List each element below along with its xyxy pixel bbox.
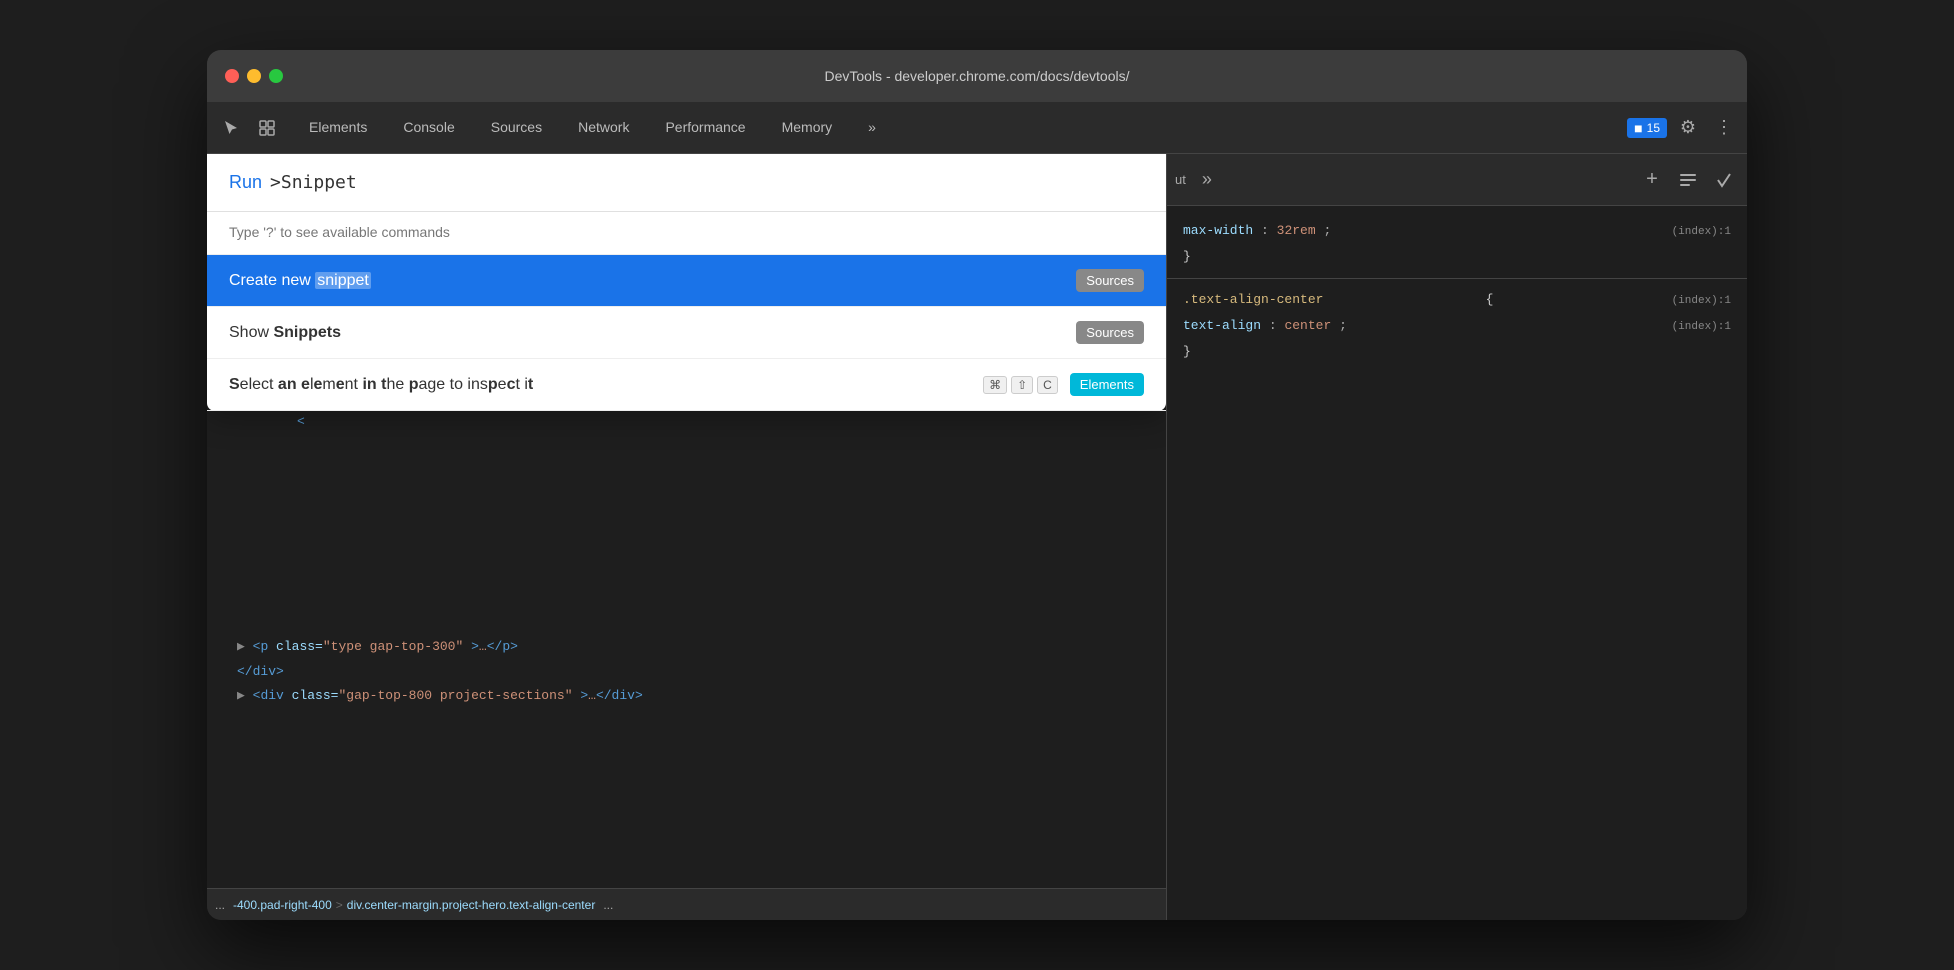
- new-style-rule-icon[interactable]: [1673, 165, 1703, 195]
- tab-sources[interactable]: Sources: [473, 102, 560, 153]
- command-item-show-snippets-text: Show Snippets: [229, 324, 1076, 342]
- main-content: Run >Snippet Type '?' to see available c…: [207, 154, 1747, 920]
- create-snippet-badge: Sources: [1076, 269, 1144, 292]
- right-more-icon[interactable]: »: [1192, 165, 1222, 195]
- devtools-window: DevTools - developer.chrome.com/docs/dev…: [207, 50, 1747, 920]
- right-panel: ut » +: [1167, 154, 1747, 920]
- tabs: Elements Console Sources Network Perform…: [291, 102, 894, 153]
- command-item-select-element-text: Select an element in the page to inspect…: [229, 376, 983, 394]
- select-element-badge: Elements: [1070, 373, 1144, 396]
- css-source-2[interactable]: (index):1: [1672, 318, 1731, 337]
- css-source-1[interactable]: (index):1: [1672, 223, 1731, 242]
- more-options-button[interactable]: ⋮: [1709, 113, 1739, 143]
- inspect-icon[interactable]: [251, 112, 283, 144]
- toolbar-right: ■ 15 ⚙ ⋮: [1627, 113, 1739, 143]
- element-state-icon[interactable]: [1709, 165, 1739, 195]
- issues-count: 15: [1647, 121, 1660, 135]
- css-brace-close-2: }: [1167, 339, 1747, 365]
- command-item-select-element[interactable]: Select an element in the page to inspect…: [207, 359, 1166, 411]
- css-brace-close-1: }: [1167, 244, 1747, 270]
- title-bar: DevTools - developer.chrome.com/docs/dev…: [207, 50, 1747, 102]
- breadcrumb-item-2[interactable]: div.center-margin.project-hero.text-alig…: [347, 898, 596, 912]
- right-css-content: max-width : 32rem ; (index):1 }: [1167, 206, 1747, 920]
- css-block-2: .text-align-center { (index):1 text-alig…: [1167, 283, 1747, 369]
- right-toolbar-out: ut: [1175, 172, 1186, 187]
- elements-panel: Run >Snippet Type '?' to see available c…: [207, 154, 1167, 920]
- toolbar-left-icons: [215, 112, 283, 144]
- css-block-1: max-width : 32rem ; (index):1 }: [1167, 214, 1747, 274]
- cursor-icon[interactable]: [215, 112, 247, 144]
- css-line-max-width: max-width : 32rem ; (index):1: [1167, 218, 1747, 244]
- command-item-create-snippet-text: Create new snippet: [229, 272, 1076, 290]
- breadcrumb-item-1[interactable]: -400.pad-right-400: [233, 898, 332, 912]
- issues-badge[interactable]: ■ 15: [1627, 118, 1667, 138]
- tab-network[interactable]: Network: [560, 102, 647, 153]
- css-divider: [1167, 278, 1747, 279]
- tab-console[interactable]: Console: [385, 102, 472, 153]
- dom-line-div-gap: ▶ <div class="gap-top-800 project-sectio…: [207, 684, 1166, 709]
- close-button[interactable]: [225, 69, 239, 83]
- settings-button[interactable]: ⚙: [1673, 113, 1703, 143]
- command-input[interactable]: >Snippet: [270, 172, 1144, 193]
- command-input-row: Run >Snippet: [207, 154, 1166, 212]
- dom-line-p-class: ▶ <p class="type gap-top-300" >…</p>: [207, 635, 1166, 660]
- add-style-rule-icon[interactable]: +: [1637, 165, 1667, 195]
- tab-performance[interactable]: Performance: [647, 102, 763, 153]
- minimize-button[interactable]: [247, 69, 261, 83]
- run-label: Run: [229, 172, 262, 193]
- traffic-lights: [225, 69, 283, 83]
- command-item-create-snippet[interactable]: Create new snippet Sources: [207, 255, 1166, 307]
- breadcrumb-dots-right[interactable]: ...: [603, 898, 613, 912]
- command-hint: Type '?' to see available commands: [207, 212, 1166, 255]
- command-palette: Run >Snippet Type '?' to see available c…: [207, 154, 1166, 411]
- right-toolbar: ut » +: [1167, 154, 1747, 206]
- breadcrumb-dots-left[interactable]: ...: [215, 898, 225, 912]
- css-line-text-align: text-align : center ; (index):1: [1167, 313, 1747, 339]
- breadcrumb-bar: ... -400.pad-right-400 > div.center-marg…: [207, 888, 1166, 920]
- tab-memory[interactable]: Memory: [764, 102, 851, 153]
- tab-more[interactable]: »: [850, 102, 894, 153]
- select-element-shortcut: ⌘ ⇧ C: [983, 376, 1058, 394]
- dom-line-tag2: <: [207, 410, 1166, 435]
- maximize-button[interactable]: [269, 69, 283, 83]
- css-source-selector[interactable]: (index):1: [1672, 292, 1731, 311]
- issues-icon: ■: [1634, 120, 1642, 136]
- window-title: DevTools - developer.chrome.com/docs/dev…: [824, 68, 1129, 84]
- show-snippets-badge: Sources: [1076, 321, 1144, 344]
- dom-line-div-close: </div>: [207, 660, 1166, 685]
- command-item-show-snippets[interactable]: Show Snippets Sources: [207, 307, 1166, 359]
- tab-elements[interactable]: Elements: [291, 102, 385, 153]
- css-selector-line: .text-align-center { (index):1: [1167, 287, 1747, 313]
- toolbar: Elements Console Sources Network Perform…: [207, 102, 1747, 154]
